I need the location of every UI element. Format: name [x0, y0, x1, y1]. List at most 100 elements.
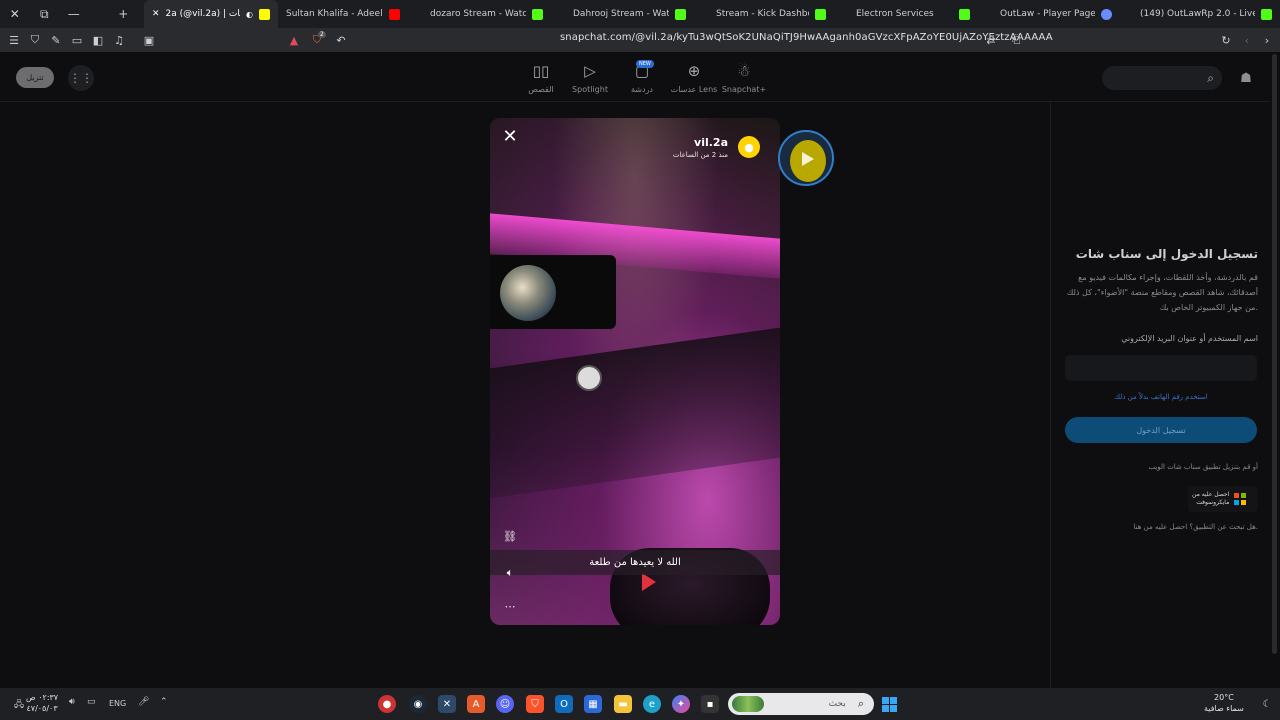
taskbar-clock[interactable]: ٠٢:٣٧ ص ٤٧/٠٥/٠٣ [26, 692, 58, 714]
microphone-icon[interactable]: 🎤︎ [138, 697, 149, 707]
shield-count-badge: 2 [318, 31, 326, 38]
search-highlight-image [732, 696, 764, 712]
discord-icon[interactable]: ☺ [496, 695, 514, 713]
music-icon[interactable]: ♫ [109, 30, 129, 50]
tab-youtube[interactable]: Sultan Khalifa - Adeel El Rooh [278, 0, 408, 28]
menu-icon[interactable]: ☰ [4, 30, 24, 50]
tabs-icon[interactable]: ▭ [67, 30, 87, 50]
stories-icon: ▯▯ [532, 62, 550, 80]
login-button[interactable]: تسجيل الدخول [1065, 417, 1257, 443]
find-app-link[interactable]: هل تبحث عن التطبيق؟ احصل عليه من هنا. [1134, 523, 1259, 531]
tab-title: Sultan Khalifa - Adeel El Rooh [286, 9, 383, 19]
weather-widget[interactable]: 20°C سماء صافية [1204, 692, 1244, 714]
nav-label: القصص [528, 85, 554, 94]
app-a-icon[interactable]: A [467, 695, 485, 713]
story-user-info[interactable]: vil.2a منذ 2 من الساعات [673, 136, 728, 159]
close-window-icon[interactable]: ✕ [0, 0, 30, 28]
car-display [490, 255, 616, 329]
login-title: تسجيل الدخول إلى سناب شات [1075, 247, 1258, 261]
edge-icon[interactable]: e [643, 695, 661, 713]
app-icon-multi[interactable]: ● [378, 695, 396, 713]
browser-tabbar: ✕ ⧉ — + ✕ 2a (@vil.2a) | وعدسات ◐ Sultan… [0, 0, 1280, 28]
tab-kick-dahrooj[interactable]: Dahrooj Stream - Watch Live o [551, 0, 694, 28]
tab-electron-services[interactable]: Electron Services [834, 0, 978, 28]
wallet-icon[interactable]: ▣ [139, 30, 159, 50]
back-history-icon[interactable]: ↶ [331, 30, 351, 50]
new-tab-icon[interactable]: + [109, 0, 139, 28]
microsoft-store-button[interactable]: احصل عليه من مايكروسوفت [1188, 486, 1258, 512]
avatar[interactable]: ● [738, 136, 760, 158]
username-input[interactable] [1065, 355, 1257, 381]
windows-taskbar: 🖧︎ ٠٢:٣٧ ص ٤٧/٠٥/٠٣ 🔊︎ ▭ ENG 🎤︎ ⌃ ● ◉ ✕ … [0, 688, 1280, 720]
kick-favicon-icon [675, 8, 686, 20]
taskbar-search[interactable]: بحث ⌕ [728, 693, 874, 715]
snapchat-topnav: تنزيل ⋮⋮ ▯▯ القصص ▷ Spotlight ▢ NEW دردش… [0, 52, 1270, 102]
volume-tray-icon[interactable]: 🔊︎ [69, 697, 75, 707]
kick-favicon-icon [532, 8, 543, 20]
volume-icon[interactable]: 🔈︎ [502, 565, 518, 581]
search-input[interactable]: ⌕ [1102, 66, 1222, 90]
globe-graphic [500, 265, 556, 321]
store-icon[interactable]: ▦ [584, 695, 602, 713]
window-menu-icon[interactable]: ⧉ [30, 0, 60, 28]
link-icon[interactable]: ⛓ [502, 528, 518, 544]
weather-temp: 20°C [1214, 693, 1234, 702]
download-app-text: أو قم بتنزيل تطبيق سناب شات الويب [1148, 463, 1258, 471]
youtube-favicon-icon [389, 8, 400, 20]
page-scrollbar[interactable] [1270, 52, 1280, 688]
language-indicator[interactable]: ENG [109, 699, 126, 708]
tab-kick-dashboard[interactable]: Stream - Kick Dashboard [694, 0, 834, 28]
outlook-icon[interactable]: O [555, 695, 573, 713]
brave-icon[interactable]: ⛉ [526, 695, 544, 713]
windows-start-icon[interactable] [880, 695, 898, 713]
address-bar[interactable]: snapchat.com/@vil.2a/kyTu3wQtSoK2UNaQiTJ… [560, 32, 1053, 43]
taskview-icon[interactable]: ▪ [701, 695, 719, 713]
audio-icon: ◐ [246, 9, 253, 19]
copilot-icon[interactable]: ✦ [672, 695, 690, 713]
brave-rewards-icon[interactable]: ▲ [284, 30, 304, 50]
tray-overflow-icon[interactable]: ⌃ [160, 697, 168, 707]
more-options-icon[interactable]: ⋯ [502, 598, 518, 614]
close-tab-icon[interactable]: ✕ [152, 9, 160, 19]
bookmark-icon[interactable]: ⎗ [1006, 30, 1026, 50]
use-phone-link[interactable]: استخدم رقم الهاتف بدلاً من ذلك [1065, 393, 1257, 401]
next-story-thumbnail[interactable] [778, 130, 834, 186]
steam-icon[interactable]: ◉ [409, 695, 427, 713]
tab-outlaw-player[interactable]: OutLaw - Player Page [978, 0, 1120, 28]
download-button[interactable]: تنزيل [16, 67, 54, 88]
close-icon[interactable]: ✕ [500, 126, 520, 147]
weather-icon: ☾ [1262, 698, 1272, 710]
nav-chat[interactable]: ▢ NEW دردشة [612, 60, 672, 94]
back-icon[interactable]: ‹ [1237, 30, 1257, 50]
tab-title: Dahrooj Stream - Watch Live o [573, 9, 669, 19]
search-icon: ⌕ [1207, 70, 1214, 85]
display-tray-icon[interactable]: ▭ [87, 697, 96, 707]
outlaw-favicon-icon [1101, 8, 1112, 20]
extensions-icon[interactable]: ✎ [46, 30, 66, 50]
reload-icon[interactable]: ↻ [1216, 30, 1236, 50]
tab-outlawrp[interactable]: (149) OutLawRp 2.0 - Live Comm [1120, 0, 1280, 28]
story-caption: الله لا يعيدها من طلعة [490, 550, 780, 575]
sidebar-icon[interactable]: ◧ [88, 30, 108, 50]
tab-title: Stream - Kick Dashboard [716, 9, 809, 19]
forward-icon[interactable]: › [1257, 30, 1277, 50]
apps-grid-icon[interactable]: ⋮⋮ [68, 65, 94, 91]
scrollbar-thumb[interactable] [1272, 54, 1277, 654]
story-viewer[interactable]: ✕ vil.2a منذ 2 من الساعات ● الله لا يعيد… [490, 118, 780, 625]
file-explorer-icon[interactable]: ▬ [614, 695, 632, 713]
login-panel: تسجيل الدخول إلى سناب شات قم بالدردشة، و… [1050, 102, 1270, 688]
tab-snapchat[interactable]: ✕ 2a (@vil.2a) | وعدسات ◐ [144, 0, 278, 28]
profile-ghost-icon[interactable]: ☗ [1236, 68, 1256, 88]
minimize-icon[interactable]: — [59, 0, 89, 28]
nav-snapchat-plus[interactable]: ☃ Snapchat+ [714, 62, 774, 94]
terminal-icon[interactable]: ✕ [438, 695, 456, 713]
tab-kick-dozaro[interactable]: dozaro Stream - Watch Live on [408, 0, 551, 28]
play-icon [802, 152, 814, 166]
network-icon[interactable]: 🖧︎ [14, 697, 24, 713]
new-badge: NEW [636, 60, 654, 68]
site-settings-icon[interactable]: ⇄ [981, 30, 1001, 50]
nav-spotlight[interactable]: ▷ Spotlight [560, 62, 620, 94]
shield-icon[interactable]: ⛉ [25, 30, 45, 50]
dashboard-vents [490, 327, 780, 499]
clock-time: ٠٢:٣٧ ص [26, 693, 59, 702]
